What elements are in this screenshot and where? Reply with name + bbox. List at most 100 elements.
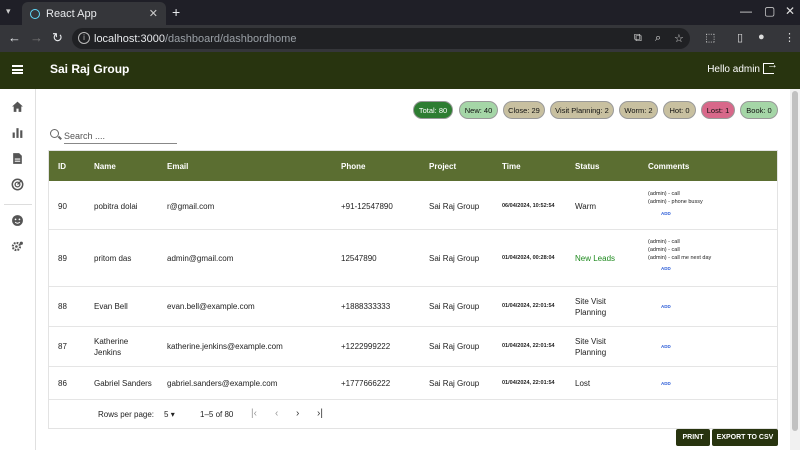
chip-close[interactable]: Close: 29 (503, 101, 545, 119)
minimize-icon[interactable]: — (740, 4, 752, 18)
window-close-icon[interactable]: ✕ (785, 4, 795, 18)
browser-menu-icon[interactable]: ⋮ (784, 31, 795, 44)
url-field[interactable]: i localhost:3000/dashboard/dashbordhome … (72, 28, 690, 49)
first-page-icon[interactable]: |‹ (251, 408, 257, 419)
url-path: /dashboard/dashbordhome (164, 32, 297, 45)
search-input[interactable] (64, 128, 177, 144)
cell-phone: +1222999222 (341, 342, 391, 351)
reload-icon[interactable]: ↻ (52, 30, 63, 46)
rows-per-page-label: Rows per page: (98, 410, 155, 419)
cell-id: 89 (58, 254, 67, 263)
cell-time: 06/04/2024, 10:52:54 (502, 203, 555, 209)
table-row[interactable]: 89 pritom das admin@gmail.com 12547890 S… (49, 230, 777, 287)
forward-icon[interactable]: → (30, 30, 43, 45)
chip-new[interactable]: New: 40 (459, 101, 498, 119)
chip-visit-planning[interactable]: Visit Planning: 2 (550, 101, 614, 119)
add-comment-link[interactable]: ADD (661, 304, 671, 309)
settings-gear-icon[interactable] (11, 240, 24, 253)
tab-close-icon[interactable]: ✕ (149, 7, 158, 20)
col-email[interactable]: Email (167, 162, 188, 171)
chip-book[interactable]: Book: 0 (740, 101, 778, 119)
cell-id: 90 (58, 202, 67, 211)
cell-time: 01/04/2024, 22:01:54 (502, 343, 555, 349)
col-project[interactable]: Project (429, 162, 456, 171)
print-button[interactable]: PRINT (676, 429, 710, 446)
document-icon[interactable] (11, 152, 24, 165)
profile-avatar-icon[interactable]: ● (758, 31, 765, 43)
sidebar (0, 89, 36, 450)
pagination: Rows per page: 5 ▾ 1–5 of 80 |‹ ‹ › ›| (49, 400, 777, 428)
new-tab-icon[interactable]: + (172, 4, 180, 20)
add-comment-link[interactable]: ADD (661, 266, 671, 271)
cell-id: 88 (58, 302, 67, 311)
cell-time: 01/04/2024, 00:28:04 (502, 255, 555, 261)
cell-name: Evan Bell (94, 302, 128, 311)
cell-project: Sai Raj Group (429, 302, 480, 311)
leads-table: ID Name Email Phone Project Time Status … (48, 150, 778, 429)
cell-id: 86 (58, 379, 67, 388)
col-time[interactable]: Time (502, 162, 521, 171)
chip-total[interactable]: Total: 80 (413, 101, 453, 119)
last-page-icon[interactable]: ›| (317, 408, 323, 419)
cell-phone: +1777666222 (341, 379, 391, 388)
cell-status: New Leads (575, 254, 616, 263)
prev-page-icon[interactable]: ‹ (275, 408, 278, 419)
home-icon[interactable] (11, 100, 24, 113)
cell-email: r@gmail.com (167, 202, 215, 211)
user-face-icon[interactable] (11, 214, 24, 227)
open-in-app-icon[interactable]: ⧉ (634, 32, 642, 45)
extensions-icon[interactable]: ⬚ (705, 31, 715, 44)
col-name[interactable]: Name (94, 162, 116, 171)
page-scrollbar[interactable] (790, 89, 800, 450)
back-icon[interactable]: ← (8, 30, 21, 45)
table-row[interactable]: 90 pobitra dolai r@gmail.com +91-1254789… (49, 181, 777, 230)
cell-time: 01/04/2024, 22:01:54 (502, 303, 555, 309)
col-comments[interactable]: Comments (648, 162, 689, 171)
cell-name: pritom das (94, 254, 132, 263)
bookmark-star-icon[interactable]: ☆ (674, 32, 684, 45)
zoom-icon[interactable]: ⌕ (655, 32, 661, 45)
cell-project: Sai Raj Group (429, 379, 480, 388)
chip-worm[interactable]: Worm: 2 (619, 101, 658, 119)
col-id[interactable]: ID (58, 162, 66, 171)
cell-status: Warm (575, 202, 597, 211)
logout-icon[interactable] (763, 59, 778, 74)
add-comment-link[interactable]: ADD (661, 381, 671, 386)
bar-chart-icon[interactable] (11, 126, 24, 139)
chip-lost[interactable]: Lost: 1 (701, 101, 735, 119)
menu-icon[interactable] (12, 65, 23, 74)
table-header: ID Name Email Phone Project Time Status … (49, 151, 777, 181)
add-comment-link[interactable]: ADD (661, 344, 671, 349)
track-changes-icon[interactable] (11, 178, 24, 191)
maximize-icon[interactable]: ▢ (764, 4, 775, 18)
comment-line: (admin) - phone bussy (648, 199, 703, 205)
browser-tab[interactable]: React App ✕ (22, 2, 166, 25)
browser-tab-bar: ▾ React App ✕ + — ▢ ✕ (0, 0, 800, 25)
cell-name: Katherine Jenkins (94, 337, 129, 357)
export-csv-button[interactable]: EXPORT TO CSV (712, 429, 778, 446)
next-page-icon[interactable]: › (296, 408, 299, 419)
side-panel-icon[interactable]: ▯ (737, 31, 743, 44)
cell-name: pobitra dolai (94, 202, 138, 211)
cell-status: Lost (575, 379, 591, 388)
url-host: localhost:3000 (94, 32, 165, 45)
app-header: Sai Raj Group Hello admin (0, 52, 800, 89)
chip-hot[interactable]: Hot: 0 (663, 101, 696, 119)
col-status[interactable]: Status (575, 162, 599, 171)
col-phone[interactable]: Phone (341, 162, 365, 171)
cell-name: Gabriel Sanders (94, 379, 152, 388)
address-bar-row: ← → ↻ i localhost:3000/dashboard/dashbor… (0, 25, 800, 52)
greeting: Hello admin (707, 64, 760, 75)
site-info-icon[interactable]: i (78, 32, 90, 44)
cell-email: gabriel.sanders@example.com (167, 379, 278, 388)
add-comment-link[interactable]: ADD (661, 211, 671, 216)
tab-search-icon[interactable]: ▾ (6, 6, 11, 17)
cell-time: 01/04/2024, 22:01:54 (502, 380, 555, 386)
react-favicon-icon (30, 8, 40, 19)
table-row[interactable]: 88 Evan Bell evan.bell@example.com +1888… (49, 287, 777, 327)
table-row[interactable]: 87 Katherine Jenkins katherine.jenkins@e… (49, 327, 777, 367)
rows-per-page-select[interactable]: 5 ▾ (164, 410, 175, 419)
scrollbar-thumb[interactable] (792, 91, 798, 431)
comment-line: (admin) - call (648, 191, 680, 197)
table-row[interactable]: 86 Gabriel Sanders gabriel.sanders@examp… (49, 367, 777, 400)
